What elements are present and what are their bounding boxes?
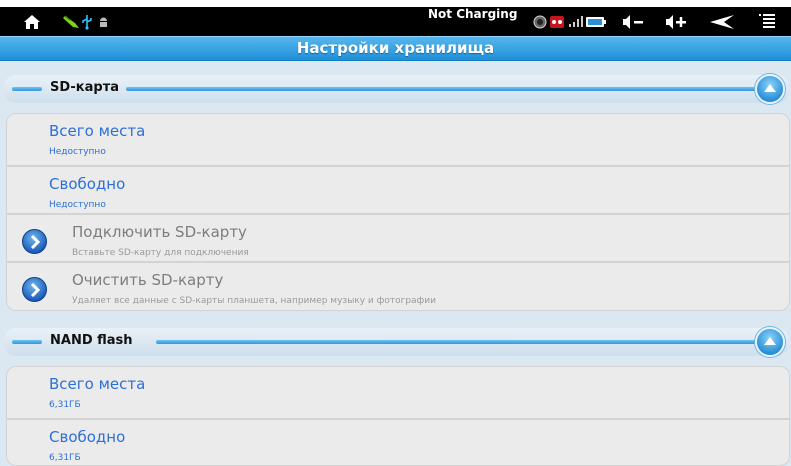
item-title: Всего места	[49, 375, 146, 393]
home-icon[interactable]	[19, 7, 45, 36]
chevron-right-icon	[22, 229, 47, 254]
item-title: Свободно	[49, 428, 126, 446]
back-icon[interactable]	[707, 7, 737, 36]
item-summary: Удаляет все данные с SD-карты планшета, …	[72, 296, 436, 306]
list-item-free-space[interactable]: Свободно 6,31ГБ	[6, 419, 790, 466]
alert-icon	[548, 7, 566, 36]
item-summary: 6,31ГБ	[49, 400, 81, 410]
volume-up-icon[interactable]	[664, 7, 688, 36]
section-divider	[126, 87, 756, 91]
list-item-mount-sd[interactable]: Подключить SD-карту Вставьте SD-карту дл…	[6, 214, 790, 262]
chevron-right-icon	[22, 277, 47, 302]
volume-down-icon[interactable]	[621, 7, 645, 36]
item-summary: Недоступно	[49, 147, 106, 157]
section-divider	[156, 340, 756, 344]
item-title: Всего места	[49, 122, 146, 140]
collapse-button[interactable]	[755, 74, 785, 104]
item-title: Подключить SD-карту	[72, 223, 247, 241]
clock-icon	[532, 7, 548, 36]
item-summary: 6,31ГБ	[49, 453, 81, 463]
item-title: Очистить SD-карту	[72, 271, 224, 289]
collapse-button[interactable]	[755, 327, 785, 357]
settings-list[interactable]: SD-карта Всего места Недоступно Свободно…	[0, 61, 791, 466]
clipped-caption-strip	[0, 0, 791, 7]
section-header-nand-flash[interactable]: NAND flash	[4, 314, 789, 366]
battery-icon	[585, 7, 607, 36]
section-title: SD-карта	[50, 80, 119, 95]
page-title: Настройки хранилища	[296, 39, 495, 57]
list-item-free-space[interactable]: Свободно Недоступно	[6, 166, 790, 214]
signal-icon	[567, 7, 585, 36]
usb-debug-icon	[60, 7, 82, 36]
item-summary: Недоступно	[49, 200, 106, 210]
title-bar: Настройки хранилища	[0, 36, 791, 61]
android-icon	[96, 7, 110, 36]
section-divider	[12, 87, 42, 91]
item-summary: Вставьте SD-карту для подключения	[72, 248, 249, 258]
section-header-sd-card[interactable]: SD-карта	[4, 61, 789, 113]
section-title: NAND flash	[50, 333, 133, 348]
list-item-erase-sd[interactable]: Очистить SD-карту Удаляет все данные с S…	[6, 262, 790, 311]
section-divider	[12, 340, 42, 344]
usb-icon	[80, 7, 94, 36]
list-item-total-space[interactable]: Всего места 6,31ГБ	[6, 366, 790, 419]
menu-icon[interactable]	[757, 7, 777, 36]
list-item-total-space[interactable]: Всего места Недоступно	[6, 113, 790, 166]
item-title: Свободно	[49, 175, 126, 193]
battery-status-text: Not Charging	[428, 7, 518, 21]
status-bar: Not Charging	[0, 7, 791, 36]
